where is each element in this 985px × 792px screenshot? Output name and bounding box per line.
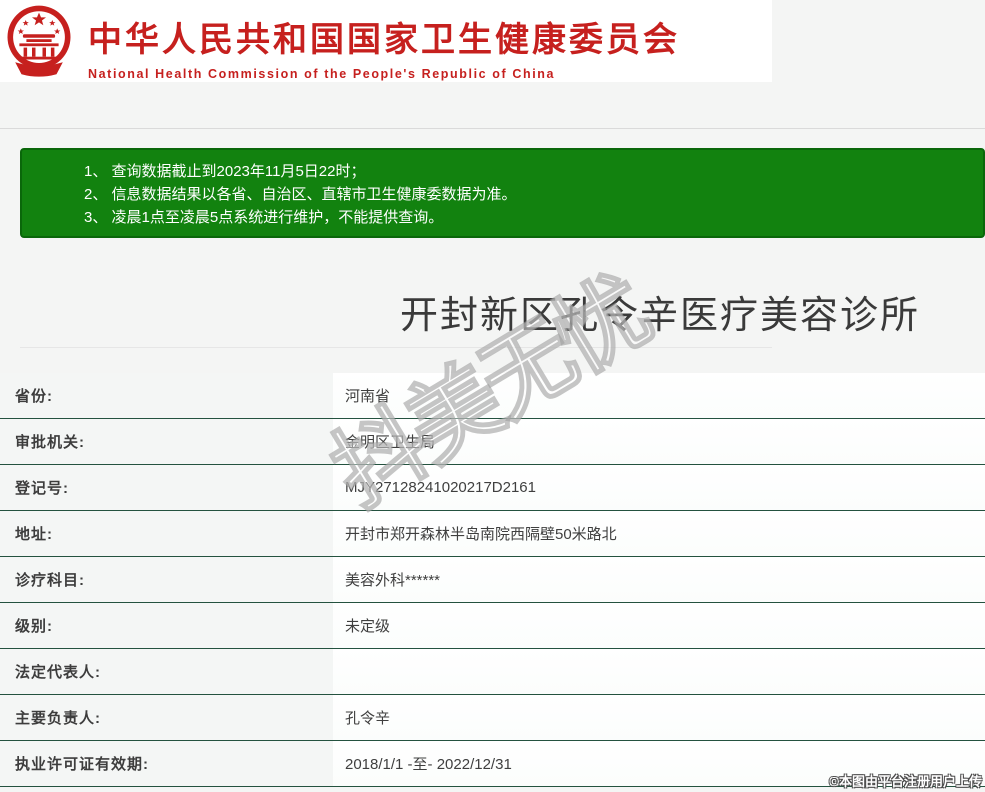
field-label-license-validity: 执业许可证有效期: [0, 741, 333, 786]
field-value-approval-authority: 金明区卫生局 [333, 419, 985, 464]
table-row: 省份: 河南省 [0, 373, 985, 419]
national-emblem-icon [7, 5, 71, 77]
notice-box: 1、 查询数据截止到2023年11月5日22时； 2、 信息数据结果以各省、自治… [20, 148, 985, 238]
header-title-cn: 中华人民共和国国家卫生健康委员会 [88, 21, 680, 59]
table-row: 登记号: MJY27128241020217D2161 [0, 465, 985, 511]
field-label-approval-authority: 审批机关: [0, 419, 333, 464]
notice-line-1: 1、 查询数据截止到2023年11月5日22时； [84, 163, 366, 180]
field-value-level: 未定级 [333, 603, 985, 648]
field-label-registration-number: 登记号: [0, 465, 333, 510]
field-label-principal: 主要负责人: [0, 695, 333, 740]
field-label-legal-representative: 法定代表人: [0, 649, 333, 694]
field-value-province: 河南省 [333, 373, 985, 418]
field-label-level: 级别: [0, 603, 333, 648]
header-banner: 中华人民共和国国家卫生健康委员会 National Health Commiss… [0, 0, 772, 82]
table-row: 地址: 开封市郑开森林半岛南院西隔壁50米路北 [0, 511, 985, 557]
field-label-medical-subjects: 诊疗科目: [0, 557, 333, 602]
header-titles: 中华人民共和国国家卫生健康委员会 National Health Commiss… [88, 12, 680, 81]
notice-line-3: 3、 凌晨1点至凌晨5点系统进行维护，不能提供查询。 [84, 209, 444, 226]
institution-info-table: 省份: 河南省 审批机关: 金明区卫生局 登记号: MJY27128241020… [0, 373, 985, 787]
field-label-province: 省份: [0, 373, 333, 418]
upload-credit: ©本图由平台注册用户上传 [829, 774, 982, 789]
notice-line-2: 2、 信息数据结果以各省、自治区、直辖市卫生健康委数据为准。 [84, 186, 517, 203]
header-divider [0, 128, 985, 129]
institution-title: 开封新区孔令辛医疗美容诊所 [400, 295, 921, 337]
field-value-registration-number: MJY27128241020217D2161 [333, 465, 985, 510]
field-value-address: 开封市郑开森林半岛南院西隔壁50米路北 [333, 511, 985, 556]
table-row: 法定代表人: [0, 649, 985, 695]
field-value-medical-subjects: 美容外科****** [333, 557, 985, 602]
field-value-legal-representative [333, 649, 985, 694]
field-label-address: 地址: [0, 511, 333, 556]
field-value-principal: 孔令辛 [333, 695, 985, 740]
header-title-en: National Health Commission of the People… [88, 67, 556, 81]
title-divider [20, 347, 772, 348]
table-row: 审批机关: 金明区卫生局 [0, 419, 985, 465]
table-row: 诊疗科目: 美容外科****** [0, 557, 985, 603]
table-row: 级别: 未定级 [0, 603, 985, 649]
table-row: 主要负责人: 孔令辛 [0, 695, 985, 741]
